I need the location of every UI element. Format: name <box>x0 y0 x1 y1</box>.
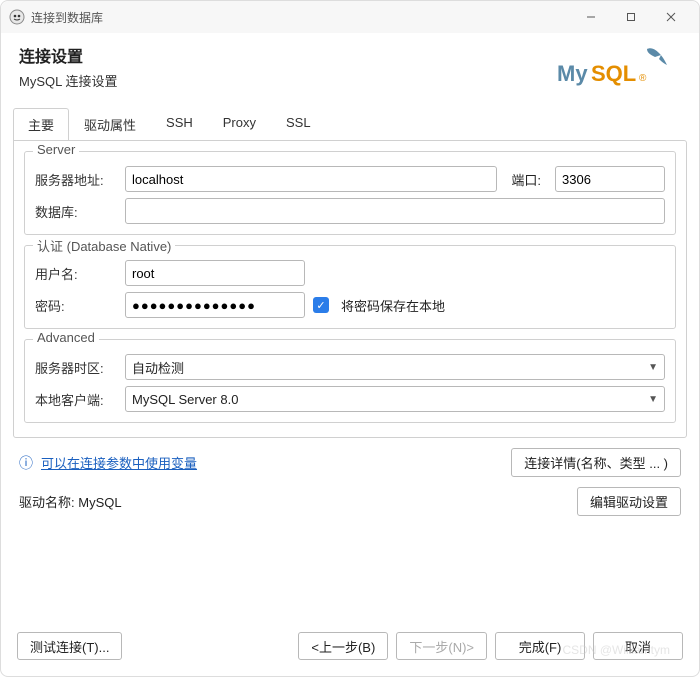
header: 连接设置 MySQL 连接设置 My SQL ® <box>1 33 699 102</box>
port-input[interactable] <box>555 166 665 192</box>
timezone-select[interactable]: 自动检测 ▼ <box>125 354 665 380</box>
driver-row: 驱动名称: MySQL 编辑驱动设置 <box>1 481 699 522</box>
footer: 测试连接(T)... <上一步(B) 下一步(N)> 完成(F) 取消 <box>1 620 699 676</box>
svg-text:My: My <box>557 61 588 86</box>
save-password-label: 将密码保存在本地 <box>341 296 445 315</box>
svg-text:®: ® <box>639 73 647 84</box>
tab-driver-props[interactable]: 驱动属性 <box>69 108 151 140</box>
page-title: 连接设置 <box>19 43 555 67</box>
chevron-down-icon: ▼ <box>648 362 658 373</box>
client-label: 本地客户端: <box>35 390 117 409</box>
client-select[interactable]: MySQL Server 8.0 ▼ <box>125 386 665 412</box>
titlebar: 连接到数据库 <box>1 1 699 33</box>
cancel-button[interactable]: 取消 <box>593 632 683 660</box>
window-title: 连接到数据库 <box>31 9 571 26</box>
dialog-window: 连接到数据库 连接设置 MySQL 连接设置 My SQL ® 主要 驱动属性 <box>0 0 700 677</box>
auth-group: 认证 (Database Native) 用户名: 密码: ✓ 将密码保存在本地 <box>24 245 676 329</box>
save-password-checkbox[interactable]: ✓ <box>313 297 329 313</box>
tab-ssl[interactable]: SSL <box>271 108 326 140</box>
host-label: 服务器地址: <box>35 170 117 189</box>
tabs: 主要 驱动属性 SSH Proxy SSL <box>1 108 699 141</box>
tab-proxy[interactable]: Proxy <box>208 108 271 140</box>
driver-name-value: MySQL <box>78 495 121 510</box>
host-input[interactable] <box>125 166 497 192</box>
app-icon <box>9 9 25 25</box>
info-icon: ⓘ <box>19 456 33 470</box>
auth-legend: 认证 (Database Native) <box>33 236 175 255</box>
chevron-down-icon: ▼ <box>648 394 658 405</box>
advanced-group: Advanced 服务器时区: 自动检测 ▼ 本地客户端: MySQL Serv… <box>24 339 676 423</box>
password-input[interactable] <box>125 292 305 318</box>
variables-link[interactable]: 可以在连接参数中使用变量 <box>41 453 503 472</box>
timezone-value: 自动检测 <box>132 358 184 377</box>
server-group: Server 服务器地址: 端口: 数据库: <box>24 151 676 235</box>
password-label: 密码: <box>35 296 117 315</box>
port-label: 端口: <box>511 170 541 189</box>
username-label: 用户名: <box>35 264 117 283</box>
database-label: 数据库: <box>35 202 117 221</box>
tab-ssh[interactable]: SSH <box>151 108 208 140</box>
info-row: ⓘ 可以在连接参数中使用变量 连接详情(名称、类型 ... ) <box>1 438 699 481</box>
edit-driver-button[interactable]: 编辑驱动设置 <box>577 487 681 516</box>
client-value: MySQL Server 8.0 <box>132 392 238 407</box>
server-legend: Server <box>33 142 79 157</box>
advanced-legend: Advanced <box>33 330 99 345</box>
timezone-label: 服务器时区: <box>35 358 117 377</box>
mysql-logo: My SQL ® <box>555 43 681 94</box>
page-subtitle: MySQL 连接设置 <box>19 71 555 90</box>
driver-name-label: 驱动名称: <box>19 495 75 510</box>
close-button[interactable] <box>651 3 691 31</box>
test-connection-button[interactable]: 测试连接(T)... <box>17 632 122 660</box>
tab-main[interactable]: 主要 <box>13 108 69 140</box>
username-input[interactable] <box>125 260 305 286</box>
finish-button[interactable]: 完成(F) <box>495 632 585 660</box>
connection-details-button[interactable]: 连接详情(名称、类型 ... ) <box>511 448 681 477</box>
next-button[interactable]: 下一步(N)> <box>396 632 487 660</box>
svg-text:SQL: SQL <box>591 61 636 86</box>
minimize-button[interactable] <box>571 3 611 31</box>
tab-body: Server 服务器地址: 端口: 数据库: 认证 (Database Nati… <box>13 140 687 438</box>
back-button[interactable]: <上一步(B) <box>298 632 388 660</box>
maximize-button[interactable] <box>611 3 651 31</box>
database-input[interactable] <box>125 198 665 224</box>
